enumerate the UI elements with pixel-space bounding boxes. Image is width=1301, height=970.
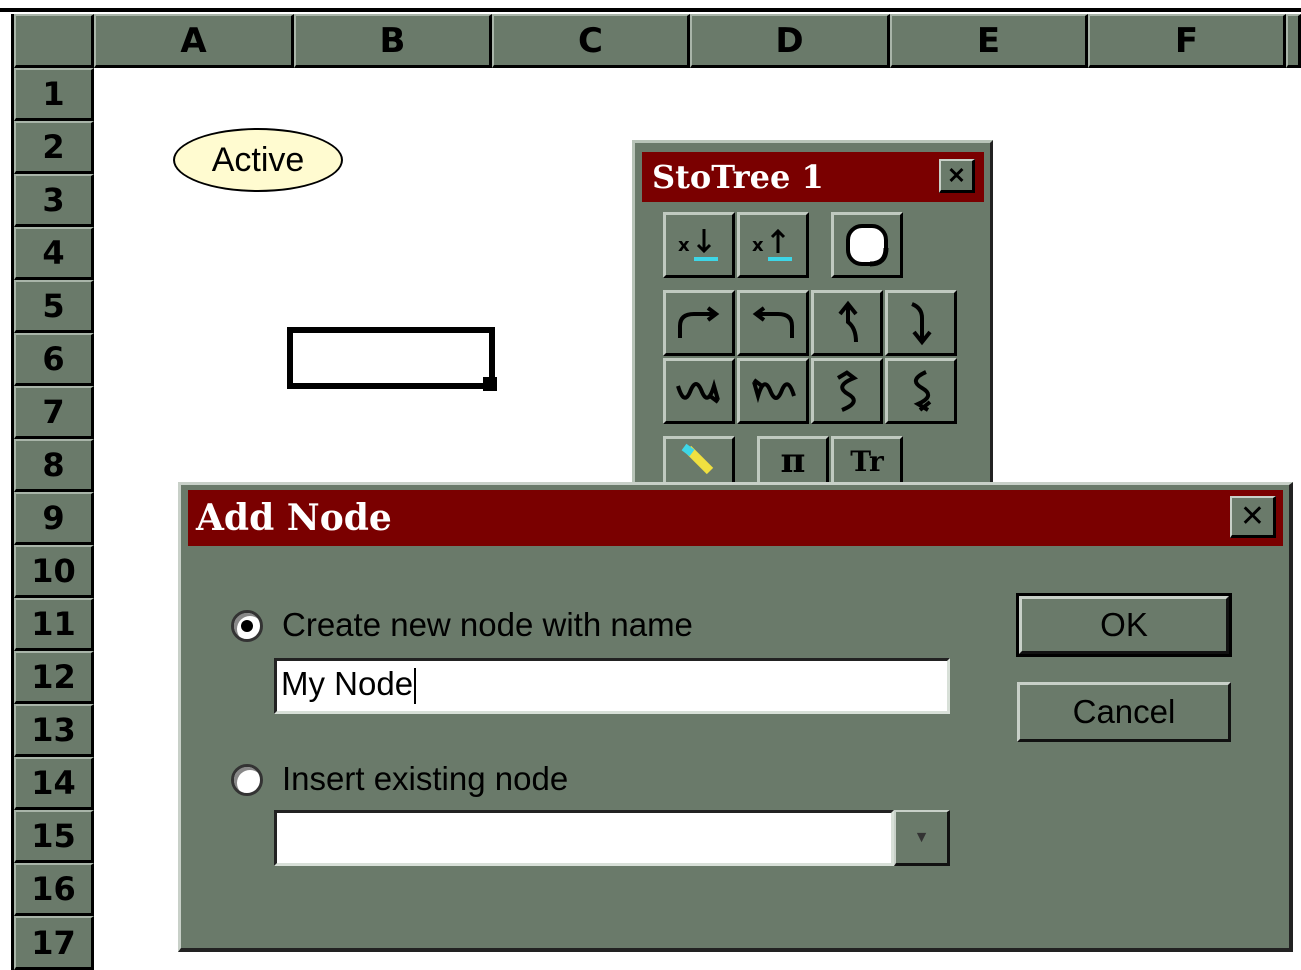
row-header-3[interactable]: 3 xyxy=(14,174,94,227)
dialog-title: Add Node xyxy=(196,497,392,539)
curve-left-arrow-icon xyxy=(752,306,794,338)
wave-up-icon xyxy=(836,370,859,412)
row-header-5[interactable]: 5 xyxy=(14,280,94,333)
create-new-label: Create new node with name xyxy=(282,606,693,643)
svg-text:x: x xyxy=(678,235,690,256)
text-format-button[interactable]: Tr xyxy=(831,436,903,486)
cancel-button[interactable]: Cancel xyxy=(1017,682,1231,742)
close-icon: ✕ xyxy=(947,162,966,188)
curve-up-arrow-icon xyxy=(838,300,858,343)
row-header-11[interactable]: 11 xyxy=(14,598,94,651)
text-format-icon: Tr xyxy=(850,444,884,478)
node-shape-button[interactable] xyxy=(831,212,903,278)
existing-node-select[interactable] xyxy=(274,810,894,866)
wave-down-icon xyxy=(913,370,932,412)
wave-right-button[interactable] xyxy=(663,358,735,424)
pi-icon: π xyxy=(780,441,806,481)
wave-left-button[interactable] xyxy=(737,358,809,424)
chevron-down-icon: ▼ xyxy=(913,828,930,846)
node-name-value: My Node xyxy=(281,665,414,702)
wave-down-button[interactable] xyxy=(885,358,957,424)
close-icon: ✕ xyxy=(1239,500,1266,533)
row-header-13[interactable]: 13 xyxy=(14,704,94,757)
row-header-14[interactable]: 14 xyxy=(14,757,94,810)
row-header-7[interactable]: 7 xyxy=(14,386,94,439)
row-header-17[interactable]: 17 xyxy=(14,916,94,970)
row-header-9[interactable]: 9 xyxy=(14,492,94,545)
circle-node-icon xyxy=(846,224,889,267)
top-border xyxy=(0,8,1301,12)
branch-down-button[interactable] xyxy=(885,290,957,356)
column-header-c[interactable]: C xyxy=(492,14,690,68)
row-header-8[interactable]: 8 xyxy=(14,439,94,492)
svg-text:x: x xyxy=(752,235,764,256)
left-edge xyxy=(0,14,14,970)
curve-right-arrow-icon xyxy=(678,306,720,338)
wave-right-icon xyxy=(676,378,720,404)
active-node-shape[interactable]: Active xyxy=(173,128,343,192)
insert-existing-radio[interactable] xyxy=(231,764,263,796)
curve-down-arrow-icon xyxy=(911,302,932,346)
existing-node-dropdown-button[interactable]: ▼ xyxy=(894,810,950,866)
palette-title: StoTree 1 xyxy=(652,158,824,196)
palette-title-bar[interactable]: StoTree 1 xyxy=(642,152,984,202)
branch-right-button[interactable] xyxy=(663,290,735,356)
selected-cell[interactable] xyxy=(287,327,495,389)
insert-above-icon: x xyxy=(752,228,792,261)
row-header-1[interactable]: 1 xyxy=(14,68,94,121)
ok-label: OK xyxy=(1100,606,1148,643)
ok-button[interactable]: OK xyxy=(1016,593,1232,657)
dialog-title-bar[interactable]: Add Node xyxy=(188,490,1283,546)
row-header-16[interactable]: 16 xyxy=(14,863,94,916)
fill-handle[interactable] xyxy=(483,377,497,391)
column-header-e[interactable]: E xyxy=(890,14,1088,68)
insert-below-icon: x xyxy=(678,229,718,261)
row-header-15[interactable]: 15 xyxy=(14,810,94,863)
column-header-f[interactable]: F xyxy=(1088,14,1286,68)
pencil-icon xyxy=(681,443,714,475)
text-caret xyxy=(414,668,417,705)
cancel-label: Cancel xyxy=(1072,693,1176,730)
wave-up-button[interactable] xyxy=(811,358,883,424)
text-pi-button[interactable]: π xyxy=(757,436,829,486)
column-header-b[interactable]: B xyxy=(294,14,492,68)
row-header-4[interactable]: 4 xyxy=(14,227,94,280)
column-header-g-partial[interactable] xyxy=(1286,14,1301,68)
create-new-radio[interactable] xyxy=(231,610,263,642)
select-all-corner[interactable] xyxy=(14,14,94,68)
insert-above-button[interactable]: x xyxy=(737,212,809,278)
row-header-10[interactable]: 10 xyxy=(14,545,94,598)
row-header-2[interactable]: 2 xyxy=(14,121,94,174)
row-header-6[interactable]: 6 xyxy=(14,333,94,386)
wave-left-icon xyxy=(752,378,796,404)
palette-close-button[interactable]: ✕ xyxy=(939,159,975,193)
insert-below-button[interactable]: x xyxy=(663,212,735,278)
branch-left-button[interactable] xyxy=(737,290,809,356)
row-header-12[interactable]: 12 xyxy=(14,651,94,704)
column-header-d[interactable]: D xyxy=(690,14,890,68)
edit-pencil-button[interactable] xyxy=(663,436,735,486)
dialog-close-button[interactable]: ✕ xyxy=(1230,496,1276,538)
branch-up-button[interactable] xyxy=(811,290,883,356)
insert-existing-label: Insert existing node xyxy=(282,760,569,797)
radio-selected-dot xyxy=(241,620,253,632)
node-name-input[interactable]: My Node xyxy=(274,658,950,714)
column-header-a[interactable]: A xyxy=(94,14,294,68)
active-node-label: Active xyxy=(211,140,305,179)
